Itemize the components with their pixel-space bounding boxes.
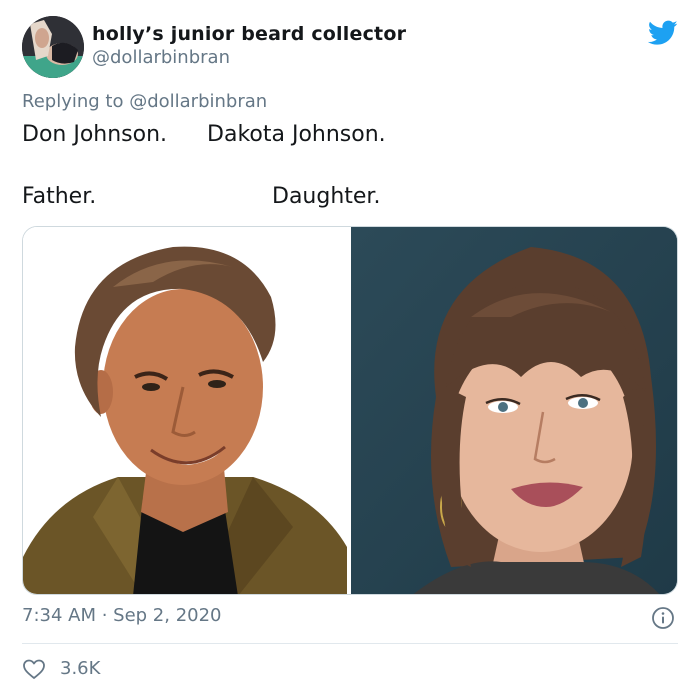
- name-left: Don Johnson.: [22, 122, 168, 147]
- replying-to-mention[interactable]: @dollarbinbran: [129, 91, 267, 112]
- media-photo-right[interactable]: [351, 227, 677, 594]
- photo-father: [23, 227, 347, 594]
- role-right: Daughter.: [272, 184, 381, 209]
- author-names: holly’s junior beard collector @dollarbi…: [92, 22, 406, 70]
- tweet-text-roles: Father. Daughter.: [22, 183, 380, 211]
- divider: [22, 643, 678, 644]
- info-icon[interactable]: [651, 606, 675, 630]
- tweet-timestamp[interactable]: 7:34 AM · Sep 2, 2020: [22, 604, 222, 628]
- tweet-header: holly’s junior beard collector @dollarbi…: [22, 16, 678, 78]
- tweet-text-names: Don Johnson. Dakota Johnson.: [22, 121, 386, 149]
- author-display-name[interactable]: holly’s junior beard collector: [92, 22, 406, 46]
- replying-to: Replying to @dollarbinbran: [22, 90, 267, 114]
- like-count: 3.6K: [60, 658, 101, 679]
- avatar-image: [22, 16, 84, 78]
- avatar[interactable]: [22, 16, 84, 78]
- name-right: Dakota Johnson.: [207, 122, 386, 147]
- twitter-bird-icon[interactable]: [648, 20, 678, 46]
- author-handle[interactable]: @dollarbinbran: [92, 46, 406, 70]
- tweet-media[interactable]: [22, 226, 678, 595]
- heart-icon[interactable]: [22, 657, 46, 681]
- role-left: Father.: [22, 184, 97, 209]
- like-action[interactable]: 3.6K: [22, 655, 100, 683]
- tweet-card: holly’s junior beard collector @dollarbi…: [0, 0, 700, 697]
- photo-daughter: [351, 227, 677, 594]
- replying-to-prefix: Replying to: [22, 91, 130, 112]
- media-photo-left[interactable]: [23, 227, 347, 594]
